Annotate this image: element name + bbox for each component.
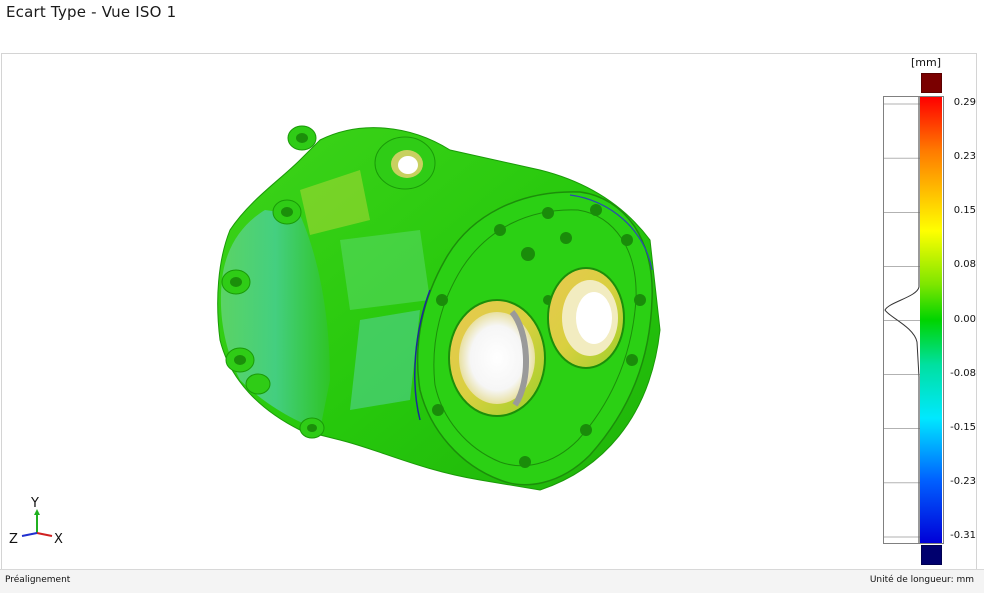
scale-over-max-swatch	[921, 73, 942, 93]
scale-tick-label: 0.29	[953, 97, 976, 108]
scale-under-min-swatch	[921, 545, 942, 565]
scale-tick-label: -0.23	[950, 475, 976, 487]
scale-tick-label: -0.31	[950, 530, 976, 541]
scale-unit-label: [mm]	[911, 56, 942, 69]
distribution-curve	[884, 97, 920, 543]
color-gradient	[920, 97, 942, 543]
y-axis-label: Y	[30, 496, 39, 511]
scale-tick-label: 0.08	[953, 259, 976, 271]
axis-triad: Y Z X	[9, 496, 63, 547]
scale-tick-label: -0.15	[950, 421, 976, 433]
scale-tick-label: -0.08	[950, 367, 976, 379]
status-alignment: Préalignement	[5, 575, 71, 585]
scale-tick-label: 0.23	[953, 151, 976, 163]
z-axis-line	[21, 532, 38, 537]
status-length-unit: Unité de longueur: mm	[869, 575, 974, 585]
scale-tick-label: 0.15	[953, 205, 976, 217]
z-axis-label: Z	[9, 532, 18, 547]
x-axis-line	[36, 532, 53, 537]
color-scale-bar	[884, 97, 942, 543]
scale-tick-label: 0.00	[953, 313, 976, 325]
color-scale-panel	[883, 96, 944, 544]
status-bar: Préalignement Unité de longueur: mm	[0, 569, 984, 593]
x-axis-label: X	[54, 532, 63, 547]
